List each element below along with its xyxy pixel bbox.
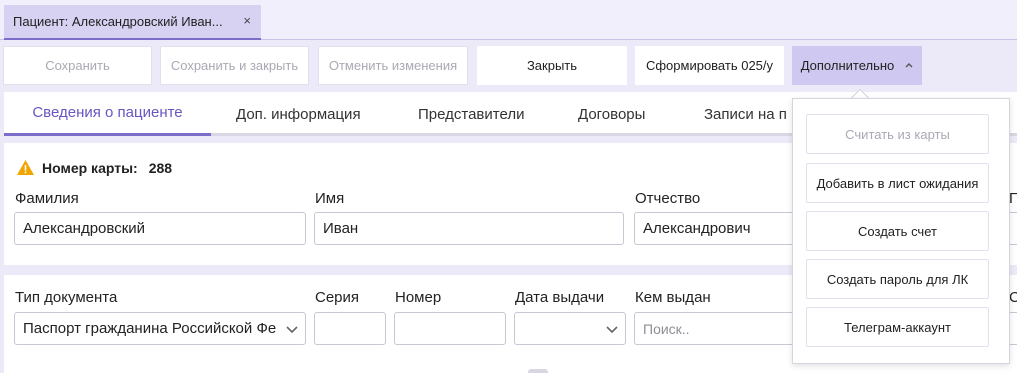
add-waitlist-menu-item[interactable]: Добавить в лист ожидания — [806, 163, 989, 203]
more-dropdown-menu: Считать из карты Добавить в лист ожидани… — [792, 98, 1010, 364]
series-label: Серия — [315, 289, 360, 306]
document-tab-patient[interactable]: Пациент: Александровский Иван... × — [4, 5, 261, 40]
chevron-up-icon — [905, 60, 913, 71]
chevron-down-icon — [605, 322, 619, 336]
toolbar: Сохранить Сохранить и закрыть Отменить и… — [0, 41, 1017, 90]
save-and-close-button[interactable]: Сохранить и закрыть — [160, 46, 309, 85]
create-invoice-menu-item[interactable]: Создать счет — [806, 211, 989, 251]
save-button[interactable]: Сохранить — [3, 46, 152, 85]
snils-label-clipped: СН — [1009, 289, 1017, 306]
close-button[interactable]: Закрыть — [477, 46, 627, 85]
issuer-search-input[interactable]: Поиск.. — [634, 312, 794, 345]
close-icon[interactable]: × — [243, 14, 251, 28]
cancel-changes-button[interactable]: Отменить изменения — [318, 46, 468, 85]
tab-appointments[interactable]: Записи на п — [704, 92, 787, 136]
card-number-value: 288 — [148, 159, 173, 176]
doc-type-select[interactable]: Паспорт гражданина Российской Фе — [14, 312, 306, 345]
first-name-label: Имя — [315, 190, 345, 207]
tab-patient-info[interactable]: Сведения о пациенте — [4, 92, 211, 136]
card-number-label: Номер карты: — [42, 159, 138, 176]
tab-contracts[interactable]: Договоры — [578, 92, 645, 136]
more-button[interactable]: Дополнительно — [792, 46, 922, 85]
last-name-field[interactable]: Александровский — [14, 212, 306, 245]
middle-name-label: Отчество — [635, 190, 701, 207]
tab-representatives[interactable]: Представители — [418, 92, 524, 136]
more-button-label: Дополнительно — [800, 58, 895, 73]
form-025-button[interactable]: Сформировать 025/у — [635, 46, 784, 85]
chevron-down-icon — [285, 322, 299, 336]
number-field[interactable] — [394, 312, 506, 345]
telegram-account-menu-item[interactable]: Телеграм-аккаунт — [806, 307, 989, 347]
tab-extra-info[interactable]: Доп. информация — [236, 92, 361, 136]
doc-type-value: Паспорт гражданина Российской Фе — [23, 320, 277, 337]
gender-label-clipped: П — [1009, 190, 1017, 207]
card-number-row: Номер карты: 288 — [16, 159, 172, 176]
doc-type-label: Тип документа — [15, 289, 118, 306]
middle-name-field[interactable]: Александрович — [634, 212, 794, 245]
scroll-handle[interactable] — [528, 369, 548, 373]
create-password-menu-item[interactable]: Создать пароль для ЛК — [806, 259, 989, 299]
issuer-label: Кем выдан — [635, 289, 711, 306]
read-card-menu-item[interactable]: Считать из карты — [806, 114, 989, 154]
document-tab-strip: Пациент: Александровский Иван... × — [0, 0, 1017, 40]
warning-icon — [16, 159, 35, 176]
number-label: Номер — [395, 289, 442, 306]
first-name-field[interactable]: Иван — [314, 212, 624, 245]
issue-date-label: Дата выдачи — [515, 289, 605, 306]
last-name-label: Фамилия — [15, 190, 79, 207]
document-tab-title: Пациент: Александровский Иван... — [13, 14, 223, 29]
issue-date-picker[interactable] — [514, 312, 626, 345]
series-field[interactable] — [314, 312, 386, 345]
